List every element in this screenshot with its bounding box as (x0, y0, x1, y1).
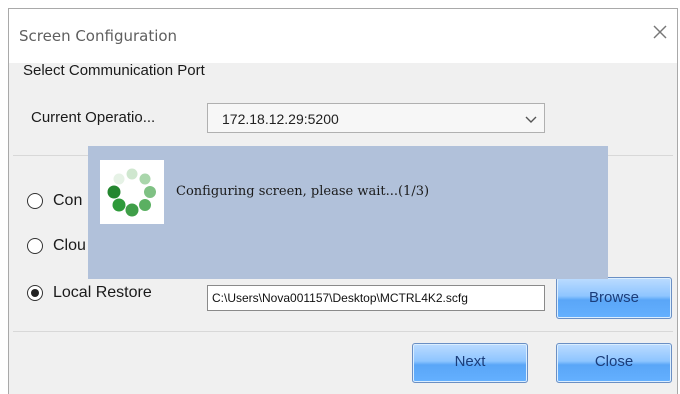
close-icon[interactable] (647, 19, 673, 45)
section-label: Select Communication Port (23, 62, 205, 79)
option-label: Local Restore (53, 284, 152, 301)
chevron-down-icon (525, 116, 537, 123)
current-operation-dropdown[interactable]: 172.18.12.29:5200 (207, 103, 545, 133)
restore-file-path: C:\Users\Nova001157\Desktop\MCTRL4K2.scf… (212, 291, 468, 305)
progress-message: Configuring screen, please wait...(1/3) (176, 184, 430, 199)
radio-dot (31, 289, 39, 297)
dialog-title: Screen Configuration (19, 27, 178, 45)
restore-file-path-input[interactable]: C:\Users\Nova001157\Desktop\MCTRL4K2.scf… (207, 285, 545, 311)
radio-button-selected[interactable] (27, 285, 43, 301)
title-bar: Screen Configuration (9, 9, 677, 63)
current-operation-label: Current Operatio... (31, 109, 156, 126)
option-label: Con (53, 192, 83, 209)
close-button[interactable]: Close (556, 343, 672, 383)
next-button[interactable]: Next (412, 343, 528, 383)
current-operation-value: 172.18.12.29:5200 (222, 111, 339, 127)
option-label: Clou (53, 237, 86, 254)
browse-button[interactable]: Browse (556, 277, 672, 319)
loading-spinner-icon (107, 168, 156, 217)
spinner-container (100, 160, 164, 224)
progress-popup: Configuring screen, please wait...(1/3) (88, 146, 608, 279)
radio-button[interactable] (27, 193, 43, 209)
footer-divider (13, 331, 673, 332)
radio-button[interactable] (27, 238, 43, 254)
